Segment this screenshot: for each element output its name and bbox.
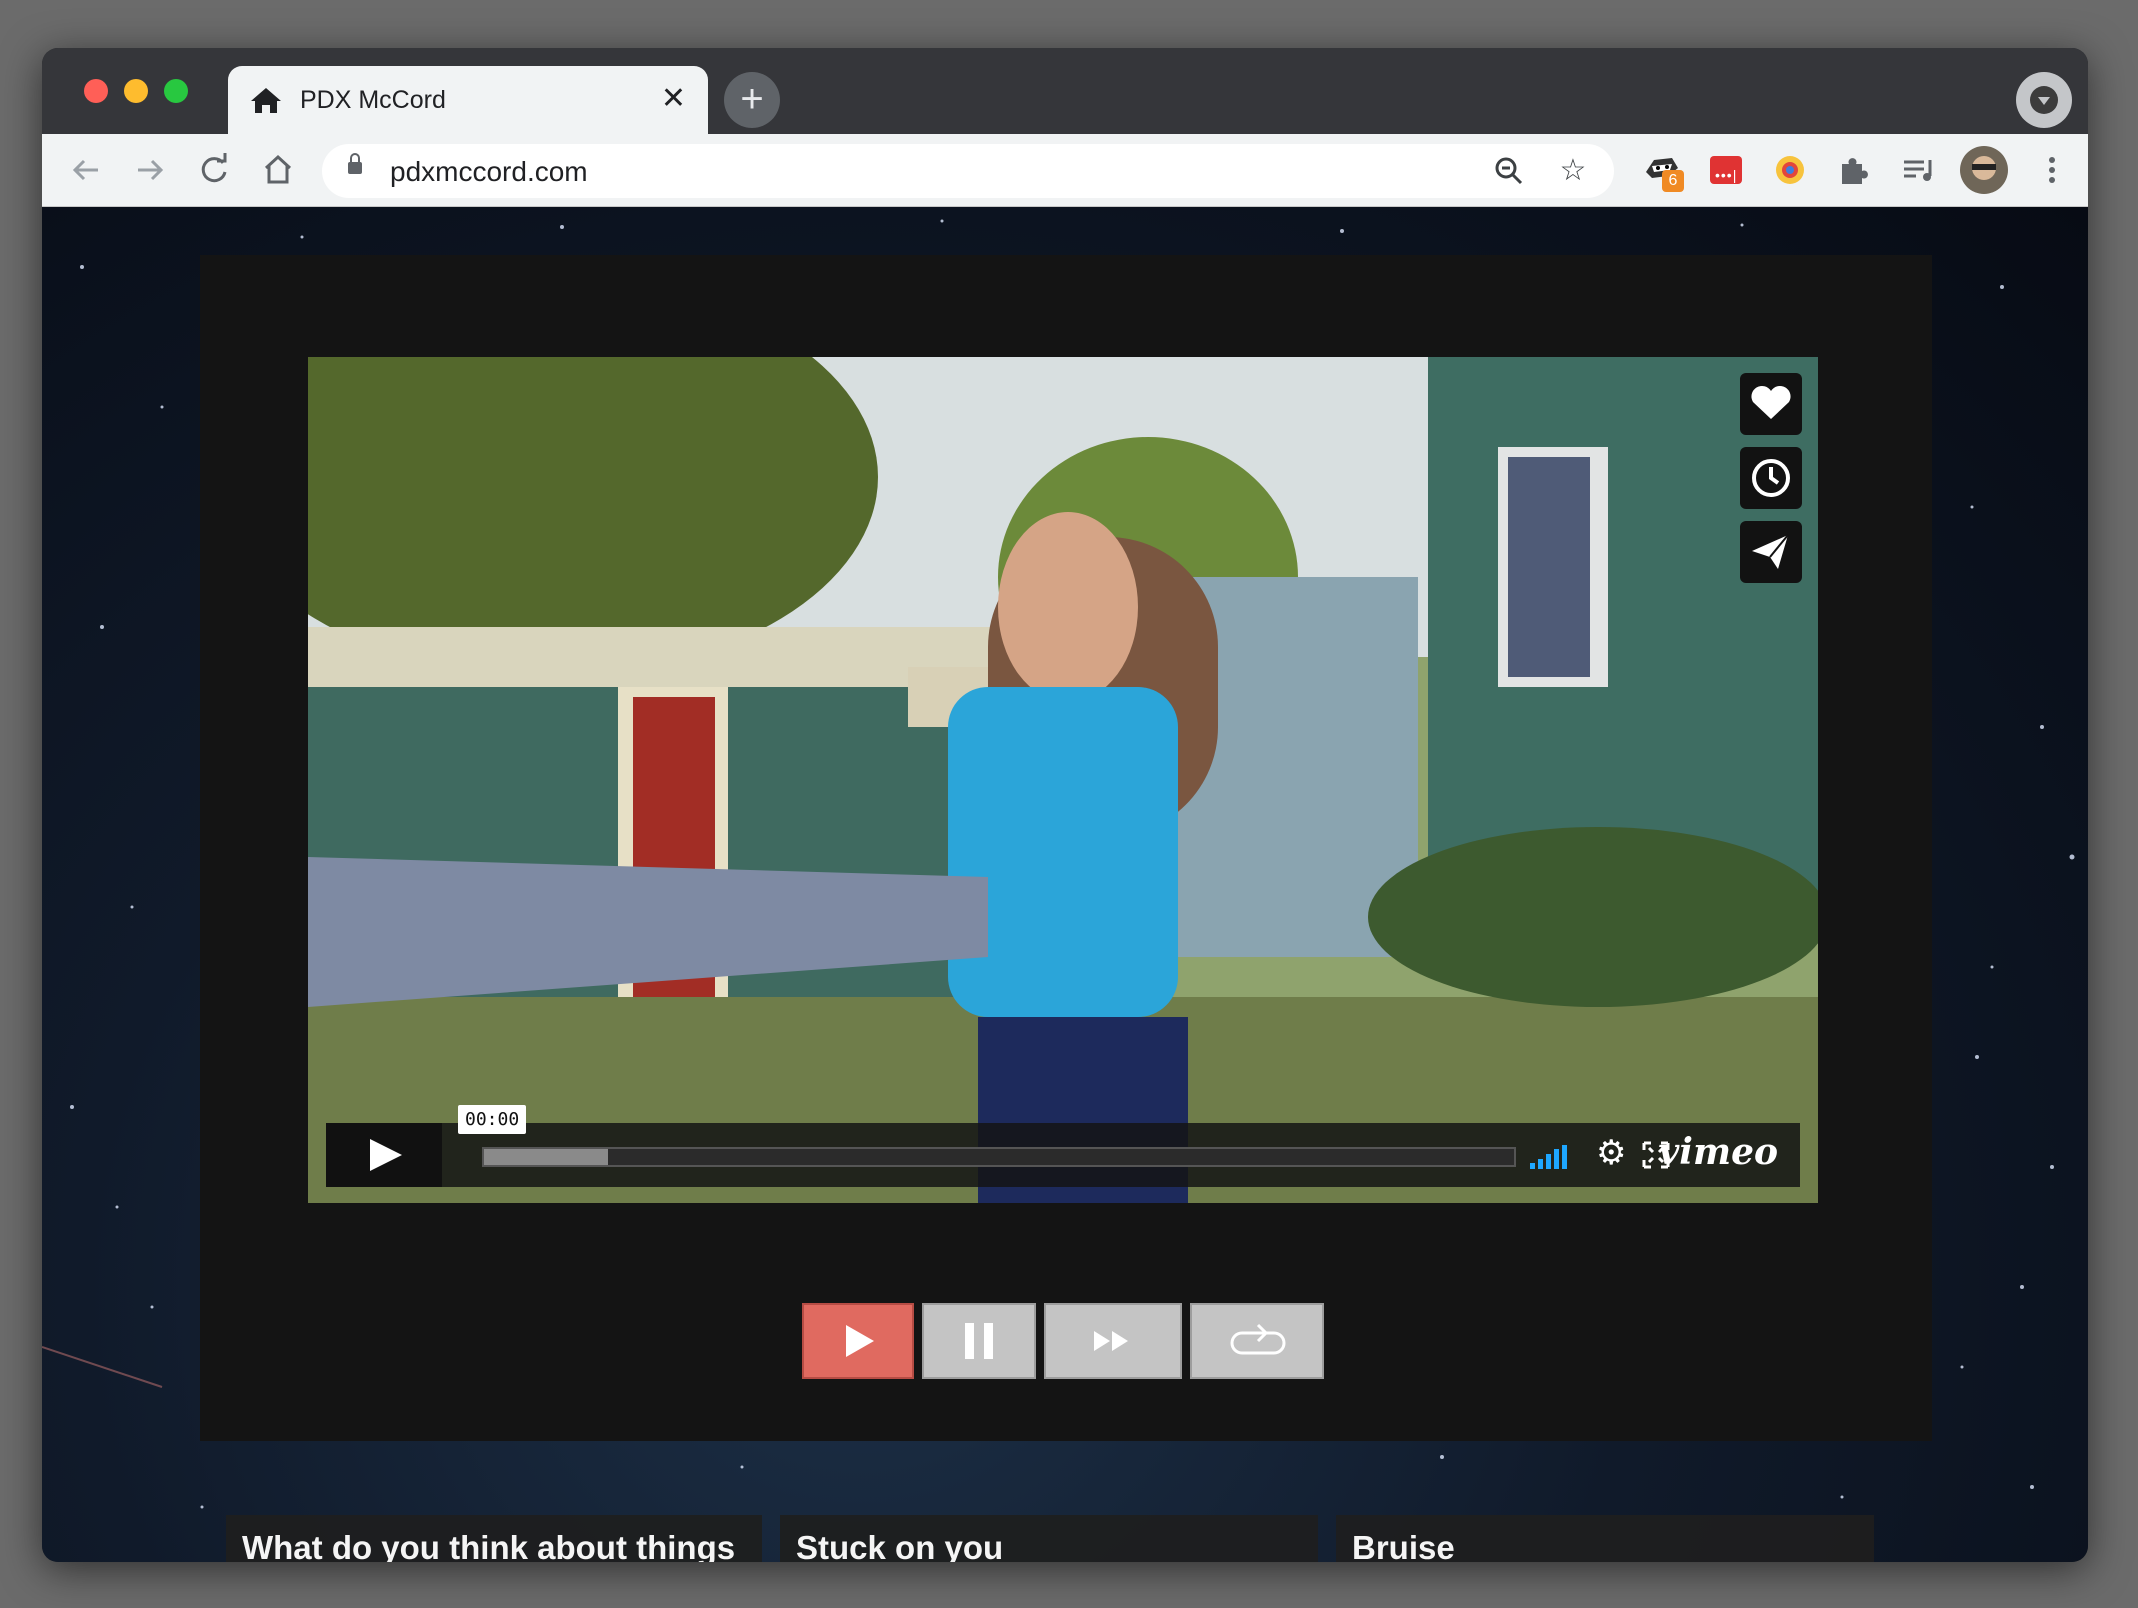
lock-icon — [348, 153, 362, 174]
player-controls: 00:00 ⚙ vimeo — [326, 1105, 1800, 1187]
tab-pdx-mccord[interactable]: PDX McCord ✕ — [228, 66, 708, 134]
extensions-puzzle-icon[interactable] — [1834, 150, 1874, 190]
volume-bars-icon[interactable] — [1530, 1141, 1576, 1171]
extension-raccoon-icon[interactable]: 6 — [1642, 150, 1684, 192]
next-button[interactable] — [1044, 1303, 1182, 1379]
maximize-window-button[interactable] — [164, 79, 188, 103]
forward-button[interactable] — [126, 146, 174, 194]
tab-search-button[interactable] — [2016, 72, 2072, 128]
play-icon — [370, 1139, 402, 1171]
url-text: pdxmccord.com — [390, 156, 588, 187]
settings-gear-icon[interactable]: ⚙ — [1596, 1133, 1626, 1173]
media-playlist-icon[interactable] — [1898, 150, 1938, 190]
address-bar[interactable]: pdxmccord.com ☆ — [322, 144, 1614, 198]
heart-icon — [1751, 385, 1791, 419]
loop-icon — [1230, 1323, 1286, 1355]
kebab-menu-icon — [2049, 157, 2055, 183]
browser-window: PDX McCord ✕ + pdxmccord.com ☆ 6 •••| 00… — [42, 48, 2088, 1562]
arrow-left-icon — [72, 159, 98, 181]
home-outline-icon — [264, 154, 292, 184]
video-frame — [308, 357, 1818, 1203]
fast-forward-icon — [1094, 1331, 1128, 1351]
pause-icon — [965, 1323, 993, 1359]
player-play-button[interactable] — [326, 1123, 442, 1187]
video-card[interactable]: Bruise — [1336, 1515, 1874, 1562]
loop-button[interactable] — [1190, 1303, 1324, 1379]
vimeo-logo[interactable]: vimeo — [1658, 1131, 1778, 1173]
extension-lastpass-icon[interactable]: •••| — [1706, 150, 1746, 190]
home-icon — [251, 88, 281, 113]
video-player[interactable]: 00:00 ⚙ vimeo — [308, 357, 1818, 1203]
paper-plane-icon — [1752, 534, 1789, 569]
time-display: 00:00 — [458, 1105, 527, 1134]
video-cards: What do you think about things Stuck on … — [226, 1515, 1926, 1562]
extension-badge: 6 — [1662, 170, 1684, 192]
chrome-menu-button[interactable] — [2028, 146, 2076, 194]
video-card[interactable]: Stuck on you — [780, 1515, 1318, 1562]
video-card[interactable]: What do you think about things — [226, 1515, 762, 1562]
progress-bar[interactable] — [482, 1147, 1516, 1167]
home-button[interactable] — [254, 146, 302, 194]
reload-button[interactable] — [190, 146, 238, 194]
close-tab-icon[interactable]: ✕ — [661, 82, 686, 116]
chevron-down-icon — [2030, 86, 2058, 114]
zoom-icon[interactable] — [1488, 150, 1530, 192]
toolbar: pdxmccord.com ☆ 6 •••| — [42, 134, 2088, 207]
tab-strip: PDX McCord ✕ + — [42, 48, 2088, 134]
share-button[interactable] — [1740, 521, 1802, 583]
clock-icon — [1752, 459, 1790, 497]
video-stage: 00:00 ⚙ vimeo — [200, 255, 1932, 1441]
pause-button[interactable] — [922, 1303, 1036, 1379]
new-tab-button[interactable]: + — [724, 72, 780, 128]
reload-icon — [201, 153, 227, 183]
watch-later-button[interactable] — [1740, 447, 1802, 509]
tab-title: PDX McCord — [300, 86, 446, 114]
minimize-window-button[interactable] — [124, 79, 148, 103]
card-title: Bruise — [1352, 1529, 1455, 1562]
play-icon — [846, 1325, 874, 1357]
close-window-button[interactable] — [84, 79, 108, 103]
like-button[interactable] — [1740, 373, 1802, 435]
card-title: Stuck on you — [796, 1529, 1004, 1562]
progress-buffered — [484, 1149, 608, 1165]
extension-flower-icon[interactable] — [1770, 150, 1810, 190]
page-viewport: 00:00 ⚙ vimeo What do you think about th… — [42, 207, 2088, 1562]
back-button[interactable] — [62, 146, 110, 194]
arrow-right-icon — [138, 159, 164, 181]
bookmark-star-icon[interactable]: ☆ — [1552, 150, 1594, 192]
play-button[interactable] — [802, 1303, 914, 1379]
card-title: What do you think about things — [242, 1529, 736, 1562]
profile-avatar[interactable] — [1960, 146, 2008, 194]
